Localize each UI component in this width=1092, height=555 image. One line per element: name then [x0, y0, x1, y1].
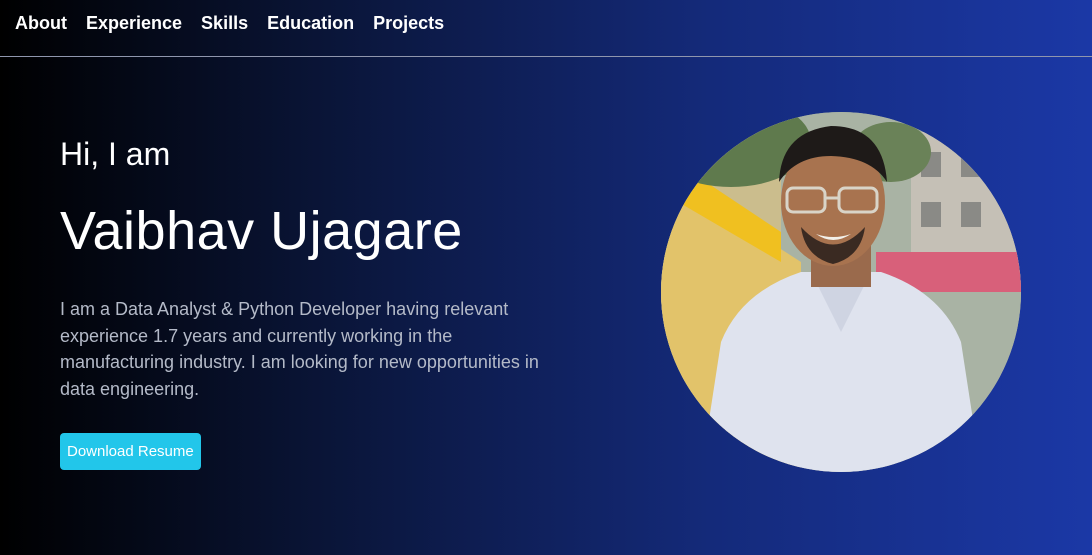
profile-photo-illustration — [661, 112, 1021, 472]
hero-greeting: Hi, I am — [60, 136, 171, 172]
nav-link-projects[interactable]: Projects — [373, 14, 444, 32]
hero-name: Vaibhav Ujagare — [60, 201, 463, 261]
profile-photo — [661, 112, 1021, 472]
nav-link-about[interactable]: About — [15, 14, 67, 32]
nav-link-skills[interactable]: Skills — [201, 14, 248, 32]
top-navbar: About Experience Skills Education Projec… — [0, 0, 1092, 57]
download-resume-button[interactable]: Download Resume — [60, 433, 201, 470]
hero-bio: I am a Data Analyst & Python Developer h… — [60, 299, 539, 399]
nav-link-education[interactable]: Education — [267, 14, 354, 32]
nav-link-experience[interactable]: Experience — [86, 14, 182, 32]
